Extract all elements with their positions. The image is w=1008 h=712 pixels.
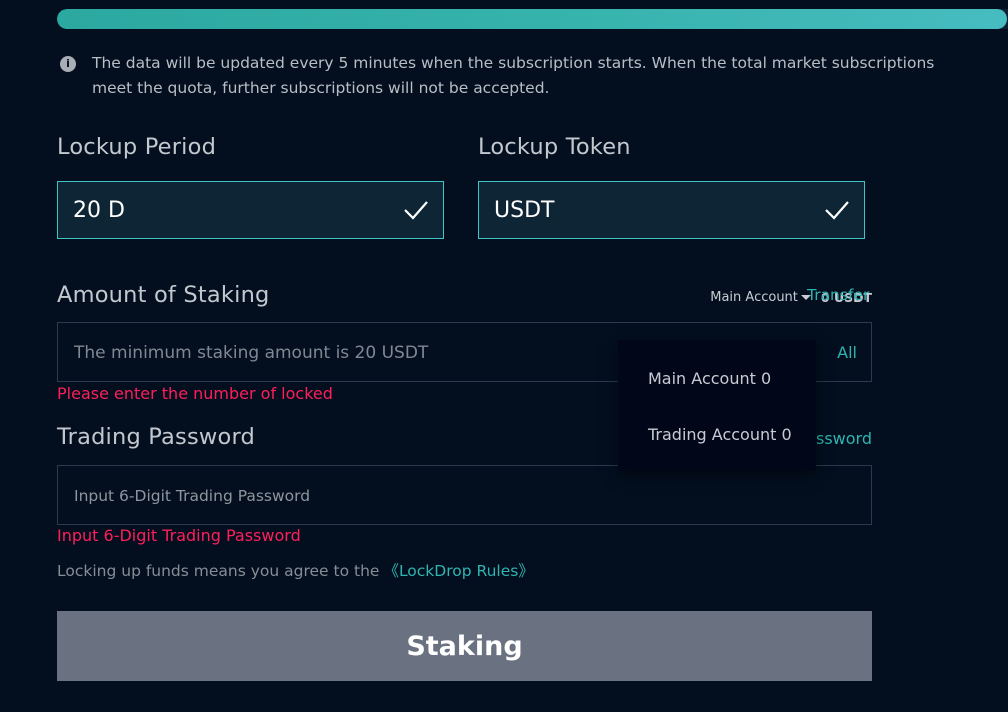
password-label: Trading Password xyxy=(57,424,255,450)
amount-error: Please enter the number of locked xyxy=(57,384,333,403)
progress-fill xyxy=(57,9,1008,29)
check-icon xyxy=(825,201,849,220)
all-button[interactable]: All xyxy=(837,343,857,362)
dropdown-option-main-account[interactable]: Main Account 0 xyxy=(648,369,771,388)
account-select-label: Main Account xyxy=(710,289,798,305)
account-select[interactable]: Main Account xyxy=(710,290,821,305)
lockup-token-value: USDT xyxy=(494,197,555,223)
lockup-token-label: Lockup Token xyxy=(478,134,631,160)
agreement-text: Locking up funds means you agree to the xyxy=(57,562,380,580)
password-input-box xyxy=(57,465,872,526)
subscription-progress-bar xyxy=(57,9,1008,29)
lockup-period-value: 20 D xyxy=(73,197,125,223)
lockup-period-label: Lockup Period xyxy=(57,134,217,160)
transfer-link[interactable]: Transfer xyxy=(807,286,869,304)
info-icon: i xyxy=(60,56,76,72)
staking-button[interactable]: Staking xyxy=(57,611,872,681)
password-error: Input 6-Digit Trading Password xyxy=(57,526,301,545)
check-icon xyxy=(404,201,428,220)
staking-page: i The data will be updated every 5 minut… xyxy=(0,0,1008,712)
lockup-token-select[interactable]: USDT xyxy=(478,181,865,239)
agreement-row: Locking up funds means you agree to the 《… xyxy=(57,559,534,581)
dropdown-option-trading-account[interactable]: Trading Account 0 xyxy=(648,425,792,444)
notice-text: The data will be updated every 5 minutes… xyxy=(92,54,935,97)
account-dropdown: Main Account 0 Trading Account 0 xyxy=(618,340,816,471)
lockup-period-select[interactable]: 20 D xyxy=(57,181,444,239)
lockdrop-rules-link[interactable]: 《LockDrop Rules》 xyxy=(383,562,533,580)
amount-label: Amount of Staking xyxy=(57,282,270,308)
password-input[interactable] xyxy=(72,466,776,526)
